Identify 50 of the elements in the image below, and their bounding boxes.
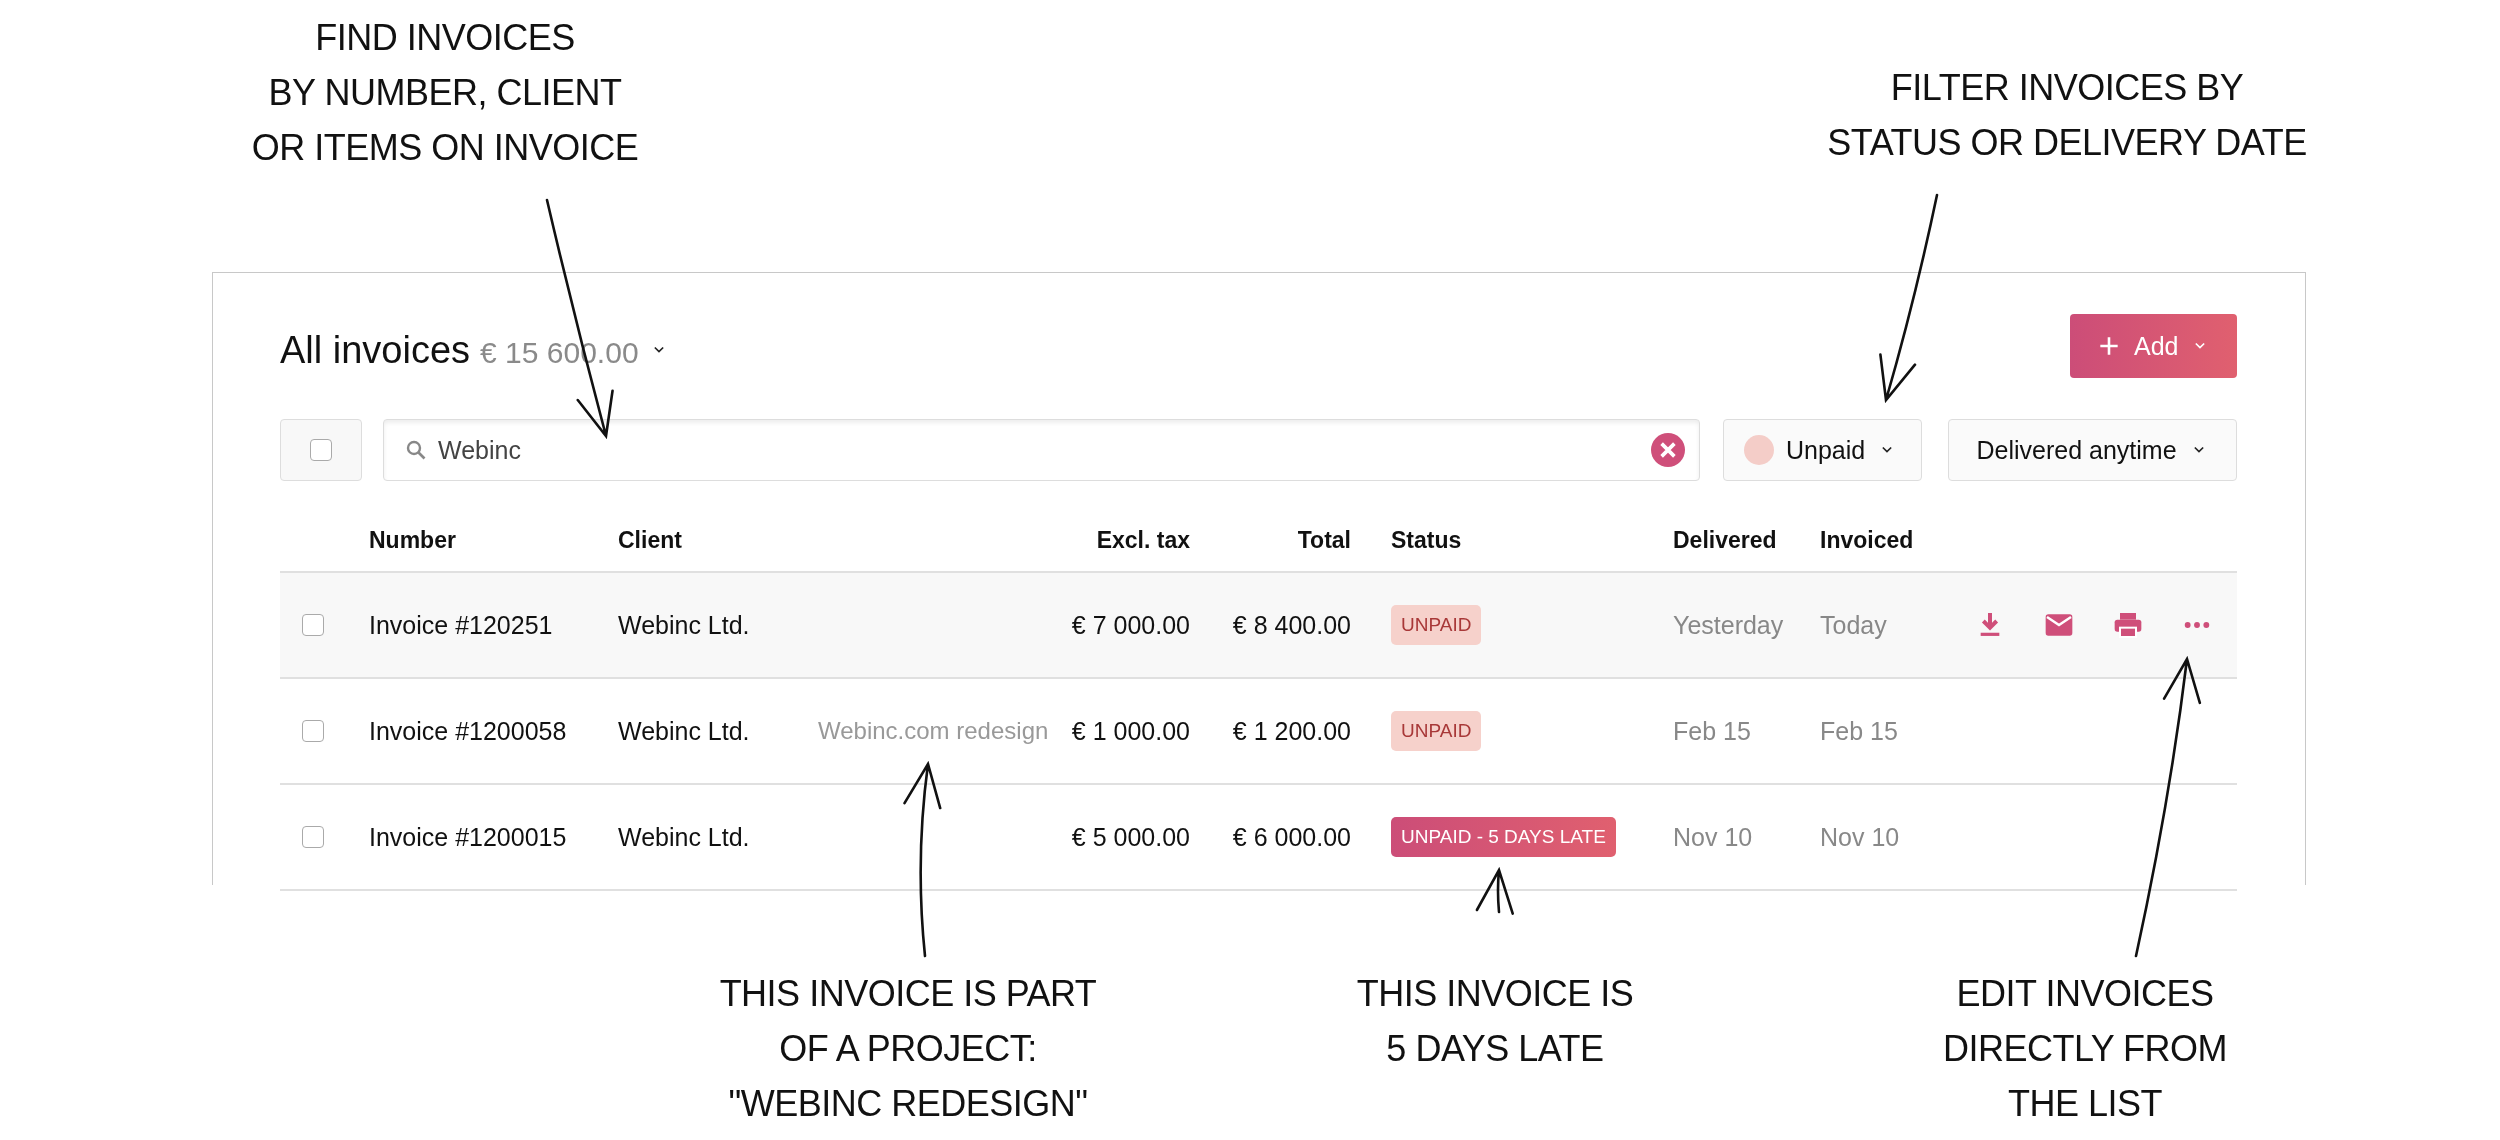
client-name: Webinc Ltd.	[618, 610, 750, 640]
amount-total: € 8 400.00	[1232, 610, 1351, 640]
amount-excl-tax: € 7 000.00	[1071, 610, 1190, 640]
invoiced-date: Feb 15	[1820, 716, 1898, 746]
status-badge: UNPAID	[1391, 711, 1482, 751]
amount-excl-tax: € 1 000.00	[1071, 716, 1190, 746]
table-row[interactable]: Invoice #1200015 Webinc Ltd. € 5 000.00 € 6 000.00 UNPAID - 5 DAYS LATE Nov 10 Nov 10	[280, 785, 2237, 891]
project-name: Webinc.com redesign	[818, 717, 1049, 745]
row-checkbox[interactable]	[302, 720, 324, 742]
status-badge: UNPAID - 5 DAYS LATE	[1391, 817, 1616, 857]
search-value: Webinc	[438, 435, 522, 465]
column-header: Client	[618, 527, 682, 554]
column-header: Number	[369, 527, 456, 554]
status-badge: UNPAID	[1391, 605, 1482, 645]
column-header: Excl. tax	[1096, 527, 1190, 554]
invoiced-date: Today	[1820, 610, 1887, 640]
annotation-text: THIS INVOICE IS PART OF A PROJECT: "WEBINC REDESIGN"	[719, 972, 1097, 1126]
page-title: All invoices	[280, 328, 471, 372]
delivered-date: Feb 15	[1673, 716, 1751, 746]
column-header: Status	[1391, 527, 1462, 554]
client-name: Webinc Ltd.	[618, 822, 750, 852]
add-button[interactable]: Add	[2070, 314, 2237, 378]
invoice-number: Invoice #120251	[369, 610, 553, 640]
annotation-text: EDIT INVOICES DIRECTLY FROM THE LIST	[1942, 972, 2228, 1126]
delivered-date: Nov 10	[1673, 822, 1753, 852]
search-icon	[404, 438, 428, 462]
client-name: Webinc Ltd.	[618, 716, 750, 746]
search-field[interactable]: Webinc	[383, 419, 1700, 481]
invoice-number: Invoice #1200058	[369, 716, 567, 746]
arrow-line	[1475, 868, 1515, 915]
row-checkbox[interactable]	[302, 614, 324, 636]
annotation-text: FILTER INVOICES BY STATUS OR DELIVERY DATE	[1827, 66, 2307, 165]
column-header: Total	[1297, 527, 1351, 554]
amount-total: € 1 200.00	[1232, 716, 1351, 746]
amount-total: € 6 000.00	[1232, 822, 1351, 852]
column-header: Invoiced	[1820, 527, 1914, 554]
filter-dropdown[interactable]: Delivered anytime	[1948, 419, 2237, 481]
invoiced-date: Nov 10	[1820, 822, 1900, 852]
invoice-number: Invoice #1200015	[369, 822, 567, 852]
table-row[interactable]: Invoice #1200058 Webinc Ltd. Webinc.com redesign € 1 000.00 € 1 200.00 UNPAID Feb 15 Feb 15	[280, 679, 2237, 785]
delivered-date: Yesterday	[1673, 610, 1784, 640]
annotation-text: THIS INVOICE IS 5 DAYS LATE	[1356, 972, 1634, 1071]
annotation-text: FIND INVOICES BY NUMBER, CLIENT OR ITEMS ON INVOICE	[251, 16, 639, 170]
row-checkbox[interactable]	[302, 826, 324, 848]
filter-dropdown[interactable]: Unpaid	[1723, 419, 1922, 481]
column-header: Delivered	[1673, 527, 1777, 554]
clear-icon[interactable]	[1651, 433, 1685, 467]
table-row[interactable]: Invoice #120251 Webinc Ltd. € 7 000.00 € 8 400.00 UNPAID Yesterday Today	[280, 573, 2237, 679]
amount-excl-tax: € 5 000.00	[1071, 822, 1190, 852]
checkbox[interactable]	[310, 439, 332, 461]
